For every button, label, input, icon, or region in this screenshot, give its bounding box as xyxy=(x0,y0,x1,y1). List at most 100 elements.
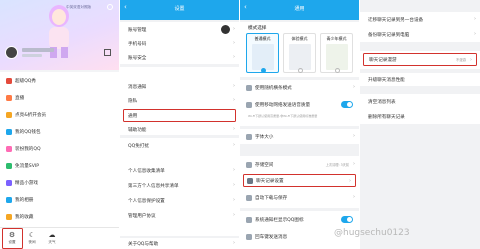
mode-preview xyxy=(288,44,311,70)
menu-item[interactable]: 免流量SVIP xyxy=(0,159,119,173)
list-item[interactable]: 备份聊天记录到电脑 › xyxy=(360,28,480,41)
list-item-chat-history-settings[interactable]: 聊天记录设置 › xyxy=(243,174,356,187)
profile-status-block xyxy=(22,54,42,57)
chevron-right-icon: › xyxy=(233,126,235,132)
list-item[interactable]: 消息通知 › xyxy=(120,80,239,93)
wallet-icon xyxy=(6,129,12,135)
chevron-right-icon: › xyxy=(233,83,235,89)
profile-menu: 超级QQ秀 直播 点亮&折开会员 我的QQ钱包 装扮我的QQ 免流量SVIP 精… xyxy=(0,72,119,228)
migrate-card: 迁移聊天记录到另一台设备 › 备份聊天记录到电脑 › xyxy=(360,12,480,42)
list-item[interactable]: 系统通知栏显示QQ图标 xyxy=(240,213,359,226)
list-item[interactable]: 隐私 › xyxy=(120,94,239,107)
settings-gear-icon[interactable] xyxy=(107,4,113,10)
list-item[interactable]: 存储空间 上次清理: 3天前 › xyxy=(240,158,359,171)
list-item[interactable]: 手机号码 › xyxy=(120,37,239,50)
roaming-value: 不漫游 xyxy=(455,58,466,62)
radio-icon xyxy=(335,68,340,73)
settings-panel: ‹ 设置 账号管理 › 手机号码 › 账号安全 › 消息通知 › 隐私 › 通用 辅助功… xyxy=(120,0,239,249)
chevron-right-icon: › xyxy=(233,26,235,32)
list-item[interactable]: 迁移聊天记录到另一台设备 › xyxy=(360,13,480,26)
mode-option-normal[interactable]: 普通模式 xyxy=(246,33,279,73)
list-item[interactable]: 辅助功能 › xyxy=(120,123,239,136)
chevron-right-icon: › xyxy=(233,40,235,46)
chevron-right-icon: › xyxy=(233,54,235,60)
list-item-chat-roaming[interactable]: 聊天记录漫游 不漫游 › xyxy=(363,53,477,66)
tray-icon-toggle[interactable] xyxy=(341,216,353,223)
voice-icon xyxy=(246,101,252,108)
menu-item[interactable]: 精品小游戏 xyxy=(0,176,119,190)
voice-quality-toggle[interactable] xyxy=(341,101,353,108)
chevron-right-icon: › xyxy=(233,240,235,246)
list-item[interactable]: 升级聊天消息性能 xyxy=(360,73,480,86)
list-item[interactable]: 删除所有聊天记录 xyxy=(360,110,480,123)
list-item[interactable]: QQ免打扰 › xyxy=(120,139,239,152)
storage-icon xyxy=(246,161,252,168)
radio-icon xyxy=(298,68,303,73)
menu-item[interactable]: 我的收藏 xyxy=(0,210,119,224)
moon-icon: ☾ xyxy=(28,231,36,239)
list-item[interactable]: 使用移动网络发送语音质量 xyxy=(240,98,359,111)
divider xyxy=(119,0,120,249)
album-icon xyxy=(6,197,12,203)
menu-item[interactable]: 直播 xyxy=(0,91,119,105)
chevron-right-icon: › xyxy=(349,178,351,184)
tab-weather[interactable]: ☁ 天气 xyxy=(43,231,61,245)
chevron-right-icon: › xyxy=(233,167,235,173)
chevron-right-icon: › xyxy=(353,133,355,139)
mode-preview xyxy=(251,44,274,70)
chevron-right-icon: › xyxy=(474,31,476,37)
history-icon xyxy=(247,177,253,184)
super-show-icon xyxy=(6,78,12,84)
list-item[interactable]: 个人信息收集清单 › xyxy=(120,164,239,177)
mode-option-teen[interactable]: 青少年模式 xyxy=(320,33,353,73)
list-item[interactable]: 个人信息保护设置 › xyxy=(120,194,239,207)
mode-option-experience[interactable]: 体验模式 xyxy=(283,33,316,73)
menu-item[interactable]: 我的相册 xyxy=(0,193,119,207)
list-item[interactable]: 字体大小 › xyxy=(240,130,359,143)
general-panel: ‹ 通用 模式选择 普通模式 体验模式 青少年模式 使用随机横条模式 › 使用移动… xyxy=(240,0,359,249)
list-item[interactable]: 使用随机横条模式 › xyxy=(240,81,359,94)
mode-preview xyxy=(325,44,348,70)
enter-key-icon xyxy=(246,233,252,240)
toggle-card: 使用随机横条模式 › 使用移动网络发送语音质量 Wi-Fi下默认使用高质量,非Wi… xyxy=(240,80,359,126)
chevron-right-icon: › xyxy=(233,182,235,188)
list-item[interactable]: 自动下载与保存 › xyxy=(240,191,359,204)
general-header: ‹ 通用 xyxy=(240,0,359,20)
profile-avatar[interactable] xyxy=(5,46,18,59)
upgrade-card: 升级聊天消息性能 xyxy=(360,73,480,86)
list-item[interactable]: 关于QQ与帮助 › xyxy=(120,237,239,249)
divider xyxy=(359,0,360,249)
menu-item[interactable]: 我的QQ钱包 xyxy=(0,125,119,139)
watermark: @hugsechu0123 xyxy=(334,228,410,238)
menu-item[interactable]: 装扮我的QQ xyxy=(0,142,119,156)
tab-night[interactable]: ☾ 夜间 xyxy=(23,231,41,245)
about-group: 关于QQ与帮助 › xyxy=(120,238,239,249)
list-item[interactable]: 第三方个人信息共享清单 › xyxy=(120,179,239,192)
privacy-group: QQ免打扰 › 个人信息收集清单 › 第三方个人信息共享清单 › 个人信息保护设置 › … xyxy=(120,138,239,236)
chevron-right-icon: › xyxy=(233,212,235,218)
list-item[interactable]: 清空消息列表 xyxy=(360,95,480,108)
svip-icon xyxy=(6,163,12,169)
notification-icon xyxy=(246,216,252,223)
list-item[interactable]: 管理用户协议 › xyxy=(120,209,239,222)
chevron-right-icon: › xyxy=(353,84,355,90)
layout-icon xyxy=(246,84,252,91)
dress-up-icon xyxy=(6,146,12,152)
page-title: 设置 xyxy=(174,6,185,12)
selected-radio-icon xyxy=(261,68,266,73)
chevron-right-icon: › xyxy=(233,97,235,103)
font-size-icon xyxy=(246,133,252,140)
clear-card: 清空消息列表 删除所有聊天记录 xyxy=(360,94,480,124)
profile-panel: 中英双语对照版 超级QQ秀 直播 点亮&折开会员 我的QQ钱包 装扮我的QQ 免… xyxy=(0,0,119,249)
chevron-right-icon: › xyxy=(233,142,235,148)
list-item-general[interactable]: 通用 xyxy=(123,109,236,122)
live-icon xyxy=(6,95,12,101)
page-title: 通用 xyxy=(294,6,305,12)
menu-item[interactable]: 超级QQ秀 xyxy=(0,74,119,88)
menu-item[interactable]: 点亮&折开会员 xyxy=(0,108,119,122)
chevron-right-icon: › xyxy=(470,57,472,63)
account-avatar xyxy=(221,25,230,34)
list-item[interactable]: 账号管理 › xyxy=(120,23,239,36)
qr-code-icon[interactable] xyxy=(104,49,111,56)
list-item[interactable]: 账号安全 › xyxy=(120,51,239,64)
